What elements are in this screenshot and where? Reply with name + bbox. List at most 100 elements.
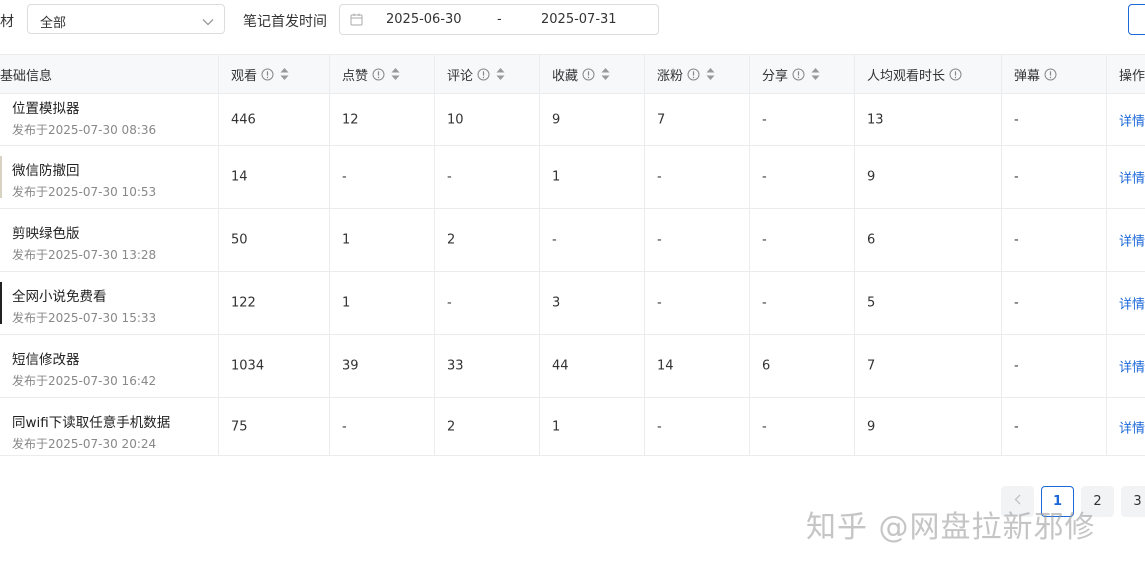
note-title[interactable]: 全网小说免费看 [12,285,107,305]
shares-value: - [762,169,767,185]
table-row: 同wifi下读取任意手机数据 发布于2025-07-30 20:24 75 - … [0,398,1145,456]
likes-value: - [342,419,347,434]
column-header-likes[interactable]: 点赞 [342,55,400,93]
start-date-input[interactable]: 2025-06-30 [386,12,462,27]
column-header-comments[interactable]: 评论 [447,55,505,93]
publish-date: 发布于2025-07-30 08:36 [12,123,157,137]
calendar-icon [350,13,363,30]
note-title[interactable]: 剪映绿色版 [12,222,80,242]
detail-link[interactable]: 详情 [1119,168,1145,187]
column-divider [434,54,435,456]
comments-value: 2 [447,419,456,434]
table-row: 剪映绿色版 发布于2025-07-30 13:28 50 1 2 - - - 6… [0,209,1145,272]
shares-value: - [762,232,767,248]
info-circle-icon[interactable] [687,68,700,81]
table-row: 微信防撤回 发布于2025-07-30 10:53 14 - - 1 - - 9… [0,146,1145,209]
info-circle-icon[interactable] [792,68,805,81]
sort-arrows-icon[interactable] [280,67,289,81]
column-divider [1001,54,1002,456]
note-title[interactable]: 短信修改器 [12,348,80,368]
table-row: 全网小说免费看 发布于2025-07-30 15:33 122 1 - 3 - … [0,272,1145,335]
material-select[interactable]: 全部 [27,4,225,34]
likes-value: 1 [342,232,351,248]
followers-value: - [657,295,662,311]
sort-arrows-icon[interactable] [391,67,400,81]
danmaku-value: - [1014,232,1019,248]
likes-value: 39 [342,358,359,374]
table-row: 短信修改器 发布于2025-07-30 16:42 1034 39 33 44 … [0,335,1145,398]
note-title[interactable]: 微信防撤回 [12,159,80,179]
favorites-value: 44 [552,358,569,374]
info-circle-icon[interactable] [372,68,385,81]
danmaku-value: - [1014,112,1019,127]
column-divider [1106,54,1107,456]
danmaku-value: - [1014,295,1019,311]
toolbar-button[interactable] [1128,4,1145,35]
column-divider [329,54,330,456]
avg-watch-time-value: 9 [867,419,876,434]
date-range-picker[interactable]: 2025-06-30 - 2025-07-31 [339,4,659,35]
date-separator: - [497,12,502,27]
column-header-favorites[interactable]: 收藏 [552,55,610,93]
favorites-value: 3 [552,295,561,311]
note-title[interactable]: 位置模拟器 [12,97,80,117]
likes-value: 12 [342,112,359,127]
danmaku-value: - [1014,169,1019,185]
column-header-followers[interactable]: 涨粉 [657,55,715,93]
comments-value: - [447,295,452,311]
column-header-basic-info: 基础信息 [0,68,53,84]
material-filter-label: 材 [0,14,14,30]
sort-arrows-icon[interactable] [601,67,610,81]
table-header: 基础信息 观看 点赞 评论 收藏 涨粉 分享 人均观看时长 弹幕 操作 [0,54,1145,94]
table-body: 位置模拟器 发布于2025-07-30 08:36 446 12 10 9 7 … [0,94,1145,456]
followers-value: 7 [657,112,666,127]
data-table: 基础信息 观看 点赞 评论 收藏 涨粉 分享 人均观看时长 弹幕 操作 位置模拟… [0,54,1145,456]
detail-link[interactable]: 详情 [1119,357,1145,376]
sort-arrows-icon[interactable] [811,67,820,81]
end-date-input[interactable]: 2025-07-31 [541,12,617,27]
publish-date: 发布于2025-07-30 13:28 [12,248,157,262]
followers-value: - [657,419,662,434]
detail-link[interactable]: 详情 [1119,417,1145,436]
column-header-actions: 操作 [1119,68,1145,84]
views-value: 50 [231,232,248,248]
detail-link[interactable]: 详情 [1119,231,1145,250]
comments-value: 33 [447,358,464,374]
comments-value: 10 [447,112,464,127]
comments-value: 2 [447,232,456,248]
pagination-page-3[interactable]: 3 [1121,486,1145,517]
sort-arrows-icon[interactable] [496,67,505,81]
avg-watch-time-value: 6 [867,232,876,248]
info-circle-icon[interactable] [582,68,595,81]
info-circle-icon[interactable] [949,68,962,81]
avg-watch-time-value: 5 [867,295,876,311]
views-value: 75 [231,419,248,434]
avg-watch-time-value: 13 [867,112,884,127]
publish-time-label: 笔记首发时间 [243,14,327,30]
watermark: 知乎 @网盘拉新邪修 [806,510,1096,545]
danmaku-value: - [1014,358,1019,374]
detail-link[interactable]: 详情 [1119,294,1145,313]
info-circle-icon[interactable] [1044,68,1057,81]
chevron-down-icon [202,15,214,30]
avg-watch-time-value: 7 [867,358,876,374]
note-title[interactable]: 同wifi下读取任意手机数据 [12,411,170,431]
favorites-value: - [552,232,557,248]
material-select-value: 全部 [40,16,67,31]
info-circle-icon[interactable] [261,68,274,81]
views-value: 1034 [231,358,265,374]
publish-date: 发布于2025-07-30 16:42 [12,374,157,388]
column-header-views[interactable]: 观看 [231,55,289,93]
sort-arrows-icon[interactable] [706,67,715,81]
views-value: 122 [231,295,256,311]
favorites-value: 1 [552,419,561,434]
column-divider [749,54,750,456]
shares-value: - [762,419,767,434]
info-circle-icon[interactable] [477,68,490,81]
shares-value: 6 [762,358,771,374]
followers-value: - [657,232,662,248]
thumbnail-edge [0,282,2,324]
column-header-shares[interactable]: 分享 [762,55,820,93]
detail-link[interactable]: 详情 [1119,110,1145,129]
views-value: 446 [231,112,256,127]
